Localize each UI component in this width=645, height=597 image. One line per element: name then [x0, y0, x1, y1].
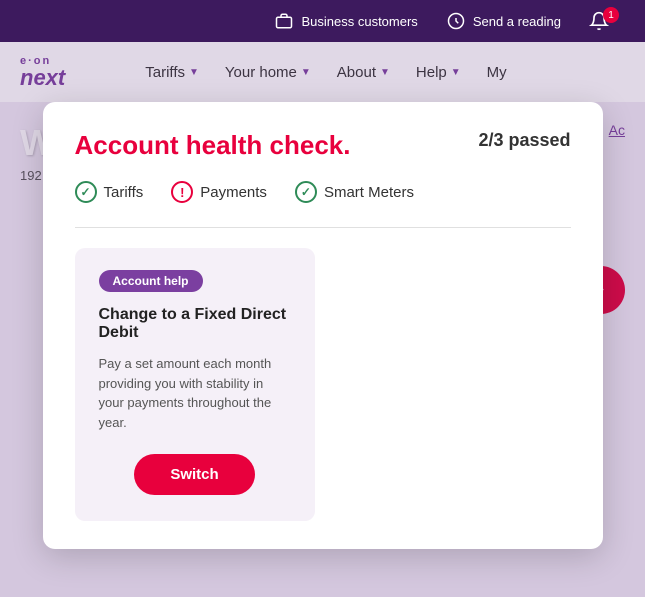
health-check-modal: Account health check. 2/3 passed ✓ Tarif… [43, 102, 603, 549]
send-reading-link[interactable]: Send a reading [446, 11, 561, 31]
modal-divider [75, 227, 571, 228]
modal-title: Account health check. [75, 130, 351, 161]
check-item-payments: ! Payments [171, 181, 267, 203]
top-bar: Business customers Send a reading 1 [0, 0, 645, 42]
check-item-tariffs: ✓ Tariffs [75, 181, 144, 203]
switch-button[interactable]: Switch [134, 454, 254, 495]
notification-count: 1 [603, 7, 619, 23]
smart-meters-check-label: Smart Meters [324, 184, 414, 201]
meter-icon [446, 11, 466, 31]
smart-meters-check-icon: ✓ [295, 181, 317, 203]
payments-warn-icon: ! [171, 181, 193, 203]
tariffs-check-label: Tariffs [104, 184, 144, 201]
card-badge: Account help [99, 270, 203, 292]
briefcase-icon [274, 11, 294, 31]
tariffs-check-icon: ✓ [75, 181, 97, 203]
card-description: Pay a set amount each month providing yo… [99, 354, 291, 432]
check-item-smart-meters: ✓ Smart Meters [295, 181, 414, 203]
notifications-link[interactable]: 1 [589, 11, 625, 31]
business-customers-link[interactable]: Business customers [274, 11, 417, 31]
check-items-list: ✓ Tariffs ! Payments ✓ Smart Meters [75, 181, 571, 203]
payments-check-label: Payments [200, 184, 267, 201]
card-title: Change to a Fixed Direct Debit [99, 306, 291, 342]
modal-header: Account health check. 2/3 passed [75, 130, 571, 161]
passed-badge: 2/3 passed [478, 130, 570, 151]
account-help-card: Account help Change to a Fixed Direct De… [75, 248, 315, 521]
modal-overlay: Account health check. 2/3 passed ✓ Tarif… [0, 42, 645, 597]
